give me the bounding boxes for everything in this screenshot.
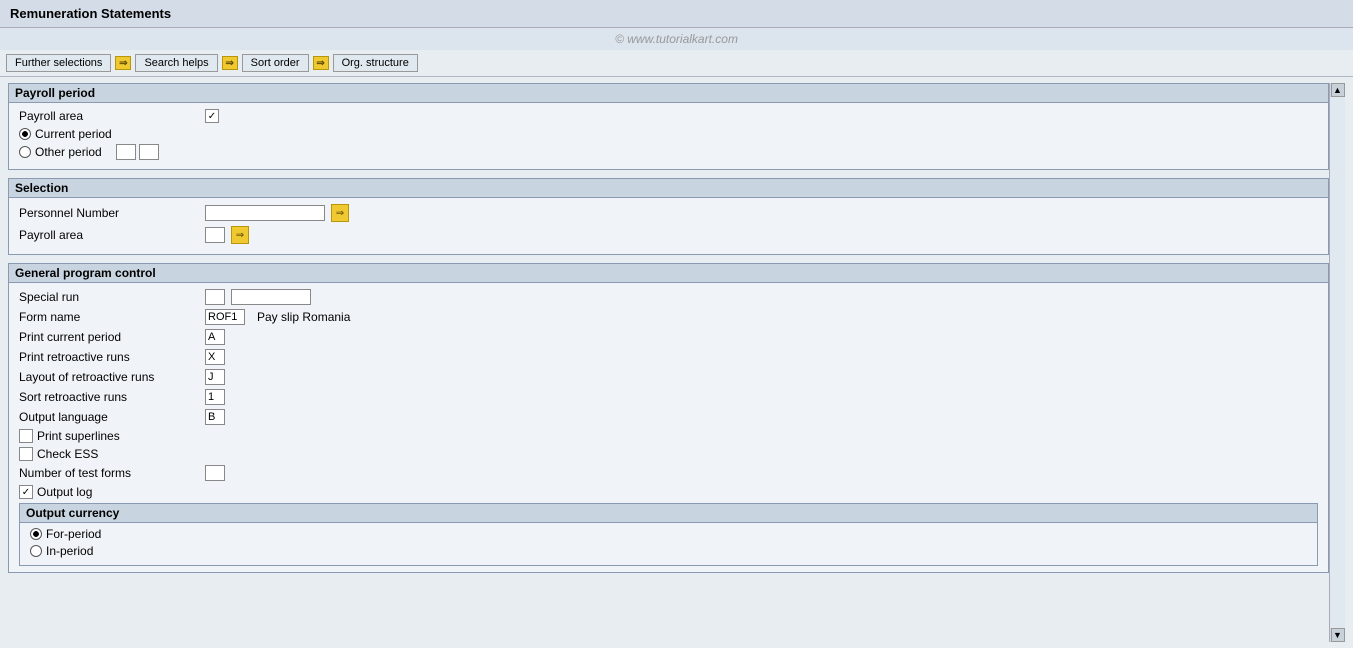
- search-helps-arrow-icon: ⇒: [115, 56, 131, 70]
- other-period-input1[interactable]: [116, 144, 136, 160]
- check-ess-row: Check ESS: [19, 447, 1318, 461]
- sort-retroactive-input[interactable]: [205, 389, 225, 405]
- print-current-period-row: Print current period: [19, 329, 1318, 345]
- other-period-row: Other period: [19, 144, 1318, 160]
- form-name-row: Form name Pay slip Romania: [19, 309, 1318, 325]
- scrollbar: ▲ ▼: [1329, 83, 1345, 642]
- payroll-area-label: Payroll area: [19, 109, 199, 123]
- selection-title: Selection: [9, 179, 1328, 198]
- org-structure-button[interactable]: Org. structure: [333, 54, 418, 72]
- output-currency-body: For-period In-period: [20, 523, 1317, 565]
- in-period-radio[interactable]: [30, 545, 42, 557]
- output-currency-section: Output currency For-period In-period: [19, 503, 1318, 566]
- for-period-radio[interactable]: [30, 528, 42, 540]
- sort-retroactive-label: Sort retroactive runs: [19, 390, 199, 404]
- sort-order-arrow-icon: ⇒: [222, 56, 238, 70]
- output-log-checkbox[interactable]: [19, 485, 33, 499]
- selection-section: Selection Personnel Number ⇒ Payroll are…: [8, 178, 1329, 255]
- further-selections-button[interactable]: Further selections: [6, 54, 111, 72]
- layout-retroactive-label: Layout of retroactive runs: [19, 370, 199, 384]
- print-superlines-checkbox[interactable]: [19, 429, 33, 443]
- output-log-label: Output log: [37, 485, 92, 499]
- current-period-row: Current period: [19, 127, 1318, 141]
- other-period-label: Other period: [35, 145, 102, 159]
- form-name-label: Form name: [19, 310, 199, 324]
- selection-payroll-area-row: Payroll area ⇒: [19, 226, 1318, 244]
- general-program-control-body: Special run Form name Pay slip Romania P…: [9, 283, 1328, 572]
- special-run-row: Special run: [19, 289, 1318, 305]
- selection-payroll-area-nav-button[interactable]: ⇒: [231, 226, 249, 244]
- output-currency-title: Output currency: [20, 504, 1317, 523]
- page-title: Remuneration Statements: [0, 0, 1353, 28]
- output-log-row: Output log: [19, 485, 1318, 499]
- print-retroactive-runs-input[interactable]: [205, 349, 225, 365]
- print-retroactive-runs-label: Print retroactive runs: [19, 350, 199, 364]
- selection-payroll-area-label: Payroll area: [19, 228, 199, 242]
- for-period-label: For-period: [46, 527, 101, 541]
- payroll-area-checkbox[interactable]: [205, 109, 219, 123]
- in-period-row: In-period: [30, 544, 1307, 558]
- print-current-period-label: Print current period: [19, 330, 199, 344]
- output-language-label: Output language: [19, 410, 199, 424]
- personnel-number-label: Personnel Number: [19, 206, 199, 220]
- form-name-input[interactable]: [205, 309, 245, 325]
- personnel-number-nav-button[interactable]: ⇒: [331, 204, 349, 222]
- sort-order-button[interactable]: Sort order: [242, 54, 309, 72]
- output-language-input[interactable]: [205, 409, 225, 425]
- layout-retroactive-row: Layout of retroactive runs: [19, 369, 1318, 385]
- toolbar: Further selections ⇒ Search helps ⇒ Sort…: [0, 50, 1353, 77]
- left-panel: Payroll period Payroll area Current peri…: [8, 83, 1329, 642]
- number-of-test-forms-label: Number of test forms: [19, 466, 199, 480]
- watermark: © www.tutorialkart.com: [0, 28, 1353, 50]
- special-run-input2[interactable]: [231, 289, 311, 305]
- search-helps-button[interactable]: Search helps: [135, 54, 217, 72]
- personnel-number-input[interactable]: [205, 205, 325, 221]
- print-superlines-label: Print superlines: [37, 429, 120, 443]
- number-of-test-forms-row: Number of test forms: [19, 465, 1318, 481]
- payroll-period-body: Payroll area Current period Other period: [9, 103, 1328, 169]
- other-period-radio[interactable]: [19, 146, 31, 158]
- layout-retroactive-input[interactable]: [205, 369, 225, 385]
- main-content: Payroll period Payroll area Current peri…: [0, 77, 1353, 648]
- current-period-radio[interactable]: [19, 128, 31, 140]
- scroll-down-button[interactable]: ▼: [1331, 628, 1345, 642]
- general-program-control-section: General program control Special run Form…: [8, 263, 1329, 573]
- general-program-control-title: General program control: [9, 264, 1328, 283]
- title-text: Remuneration Statements: [10, 6, 171, 21]
- payroll-period-section: Payroll period Payroll area Current peri…: [8, 83, 1329, 170]
- selection-payroll-area-input[interactable]: [205, 227, 225, 243]
- scroll-track[interactable]: [1330, 97, 1345, 628]
- special-run-label: Special run: [19, 290, 199, 304]
- scroll-up-button[interactable]: ▲: [1331, 83, 1345, 97]
- print-superlines-row: Print superlines: [19, 429, 1318, 443]
- print-retroactive-runs-row: Print retroactive runs: [19, 349, 1318, 365]
- number-of-test-forms-input[interactable]: [205, 465, 225, 481]
- selection-body: Personnel Number ⇒ Payroll area ⇒: [9, 198, 1328, 254]
- check-ess-checkbox[interactable]: [19, 447, 33, 461]
- for-period-row: For-period: [30, 527, 1307, 541]
- form-name-description: Pay slip Romania: [257, 310, 350, 324]
- payroll-period-title: Payroll period: [9, 84, 1328, 103]
- payroll-area-row: Payroll area: [19, 109, 1318, 123]
- print-current-period-input[interactable]: [205, 329, 225, 345]
- org-structure-arrow-icon: ⇒: [313, 56, 329, 70]
- other-period-inputs: [116, 144, 159, 160]
- current-period-label: Current period: [35, 127, 112, 141]
- other-period-input2[interactable]: [139, 144, 159, 160]
- output-language-row: Output language: [19, 409, 1318, 425]
- sort-retroactive-row: Sort retroactive runs: [19, 389, 1318, 405]
- special-run-input1[interactable]: [205, 289, 225, 305]
- check-ess-label: Check ESS: [37, 447, 98, 461]
- in-period-label: In-period: [46, 544, 93, 558]
- personnel-number-row: Personnel Number ⇒: [19, 204, 1318, 222]
